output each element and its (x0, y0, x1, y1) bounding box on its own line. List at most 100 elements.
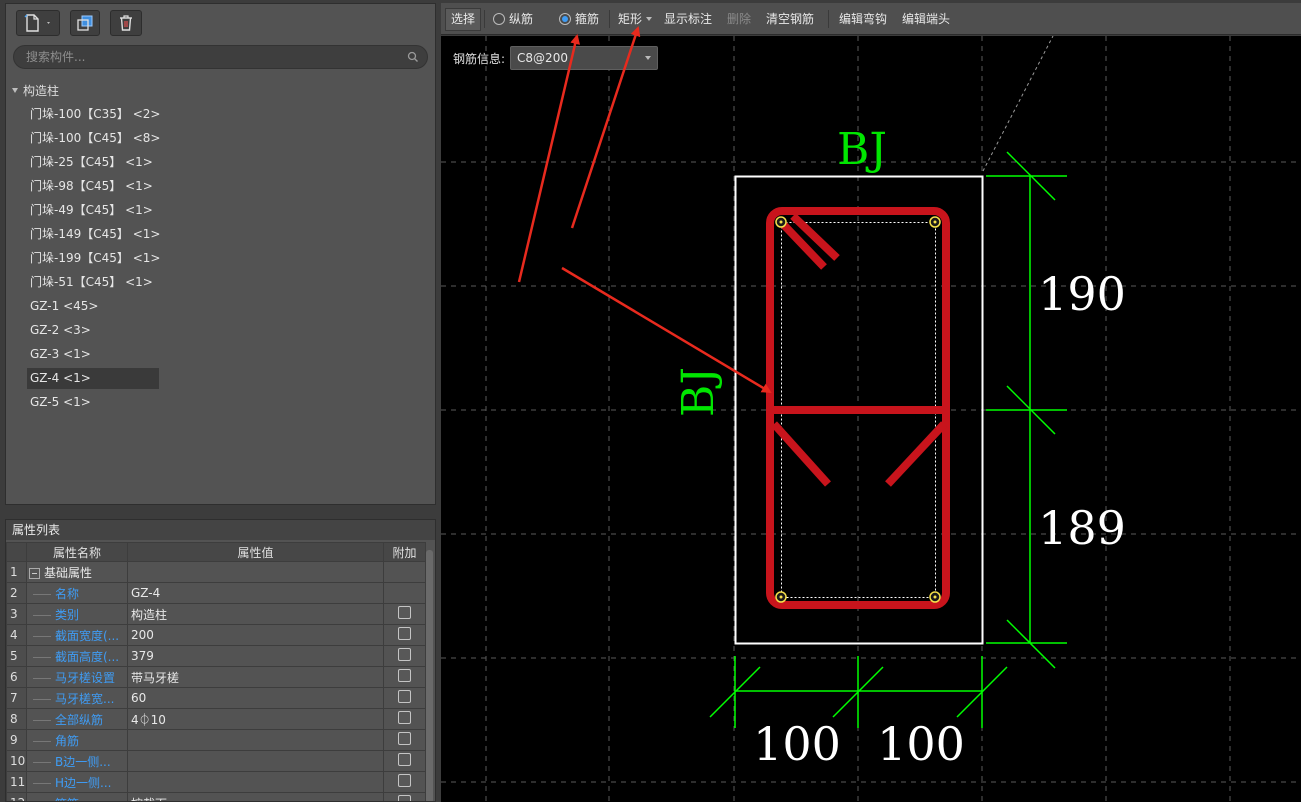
dim-right-bottom: 189 (1038, 501, 1126, 555)
property-extra (383, 624, 426, 646)
table-row[interactable]: 6 马牙槎设置 带马牙槎 (6, 666, 426, 688)
extra-checkbox[interactable] (398, 795, 411, 801)
tree-item[interactable]: 门垛-25【C45】 <1> (27, 152, 159, 173)
tree-item[interactable]: 门垛-98【C45】 <1> (27, 176, 159, 197)
tree-item[interactable]: GZ-3 <1> (27, 344, 159, 365)
tree-item[interactable]: GZ-1 <45> (27, 296, 159, 317)
row-index: 10 (6, 750, 27, 772)
table-row[interactable]: 3 类别 构造柱 (6, 603, 426, 625)
property-value[interactable]: 按截面 (127, 792, 384, 801)
property-name-label: 截面宽度(... (55, 628, 120, 643)
extra-checkbox[interactable] (398, 732, 411, 745)
property-extra (383, 771, 426, 793)
select-button[interactable]: 选择 (445, 8, 482, 31)
property-name: H边一侧... (26, 771, 128, 793)
dim-right-top: 190 (1038, 267, 1126, 321)
tree-item[interactable]: 门垛-149【C45】 <1> (27, 224, 160, 245)
tree-item[interactable]: GZ-4 <1> (27, 368, 159, 389)
property-name: B边一侧... (26, 750, 128, 772)
longitudinal-radio[interactable]: 纵筋 (493, 3, 533, 35)
tree-item[interactable]: 门垛-199【C45】 <1> (27, 248, 160, 269)
shape-label: 矩形 (618, 12, 643, 26)
table-row[interactable]: 10 B边一侧... (6, 750, 426, 772)
table-row[interactable]: 9 角筋 (6, 729, 426, 751)
property-value[interactable] (127, 771, 384, 793)
search-input[interactable] (26, 48, 396, 66)
property-name-label: 截面高度(... (55, 649, 120, 664)
tree-item[interactable]: 门垛-100【C35】 <2> (27, 104, 160, 125)
edit-hook-button[interactable]: 编辑弯钩 (839, 3, 887, 35)
property-extra (383, 561, 426, 583)
property-value[interactable]: 4⏀10 (127, 708, 384, 730)
dim-bottom-left: 100 (753, 717, 841, 771)
clear-rebar-button[interactable]: 清空钢筋 (766, 3, 814, 35)
property-value[interactable]: 200 (127, 624, 384, 646)
trash-icon (120, 15, 132, 31)
chevron-down-icon (645, 56, 652, 60)
property-value[interactable] (127, 729, 384, 751)
table-row[interactable]: 8 全部纵筋 4⏀10 (6, 708, 426, 730)
extra-checkbox[interactable] (398, 648, 411, 661)
table-row[interactable]: 11 H边一侧... (6, 771, 426, 793)
rebar-info-select[interactable]: C8@200 (510, 46, 659, 70)
tree-item[interactable]: GZ-2 <3> (27, 320, 159, 341)
extra-checkbox[interactable] (398, 774, 411, 787)
search-box (13, 45, 428, 69)
stirrup-radio[interactable]: 箍筋 (559, 3, 599, 35)
extra-checkbox[interactable] (398, 627, 411, 640)
row-index: 7 (6, 687, 27, 709)
table-row[interactable]: 5 截面高度(... 379 (6, 645, 426, 667)
toolbar-separator (609, 10, 610, 28)
right-dimension (986, 151, 1067, 669)
new-component-button[interactable] (16, 10, 60, 36)
property-value[interactable]: 构造柱 (127, 603, 384, 625)
property-scrollbar[interactable] (426, 550, 433, 801)
row-index: 3 (6, 603, 27, 625)
shape-dropdown[interactable]: 矩形 (618, 3, 653, 35)
row-index: 12 (6, 792, 27, 801)
property-value[interactable]: 带马牙槎 (127, 666, 384, 688)
extra-checkbox[interactable] (398, 669, 411, 682)
section-drawing: BJ BJ 190 189 100 100 (441, 36, 1301, 802)
extra-checkbox[interactable] (398, 753, 411, 766)
property-value[interactable] (127, 561, 384, 583)
delete-component-button[interactable] (110, 10, 142, 36)
property-value[interactable]: 379 (127, 645, 384, 667)
table-row[interactable]: 4 截面宽度(... 200 (6, 624, 426, 646)
collapse-icon[interactable] (29, 567, 40, 579)
property-name: 马牙槎设置 (26, 666, 128, 688)
property-value[interactable]: 60 (127, 687, 384, 709)
stirrup-label: 箍筋 (575, 12, 600, 26)
table-row[interactable]: 7 马牙槎宽... 60 (6, 687, 426, 709)
extra-checkbox[interactable] (398, 690, 411, 703)
property-name-label: 马牙槎设置 (55, 670, 116, 685)
property-value[interactable] (127, 750, 384, 772)
table-row[interactable]: 12 箍筋 按截面 (6, 792, 426, 801)
property-name-label: 类别 (55, 607, 80, 622)
search-icon[interactable] (407, 51, 419, 63)
tree-line (33, 635, 51, 637)
tree-item[interactable]: GZ-5 <1> (27, 392, 159, 413)
caret-down-icon[interactable] (12, 87, 18, 93)
edit-end-button[interactable]: 编辑端头 (902, 3, 950, 35)
property-name: 截面宽度(... (26, 624, 128, 646)
show-dims-button[interactable]: 显示标注 (664, 3, 712, 35)
copy-component-button[interactable] (70, 10, 100, 36)
extra-checkbox[interactable] (398, 711, 411, 724)
row-index: 4 (6, 624, 27, 646)
property-extra (383, 708, 426, 730)
rebar-info-value: C8@200 (517, 51, 568, 65)
property-name-label: 角筋 (55, 733, 80, 748)
delete-button[interactable]: 删除 (727, 3, 751, 35)
property-value[interactable]: GZ-4 (127, 582, 384, 604)
tree-item[interactable]: 门垛-100【C45】 <8> (27, 128, 160, 149)
drawing-canvas[interactable]: BJ BJ 190 189 100 100 钢筋信息: C8@200 (441, 36, 1301, 802)
table-row[interactable]: 1 基础属性 (6, 561, 426, 583)
table-row[interactable]: 2 名称 GZ-4 (6, 582, 426, 604)
tree-item[interactable]: 门垛-51【C45】 <1> (27, 272, 159, 293)
property-panel-title: 属性列表 (6, 520, 435, 540)
extra-checkbox[interactable] (398, 606, 411, 619)
tree-item[interactable]: 门垛-49【C45】 <1> (27, 200, 159, 221)
property-name: 马牙槎宽... (26, 687, 128, 709)
tree-root-gz[interactable]: 构造柱 (12, 80, 59, 100)
